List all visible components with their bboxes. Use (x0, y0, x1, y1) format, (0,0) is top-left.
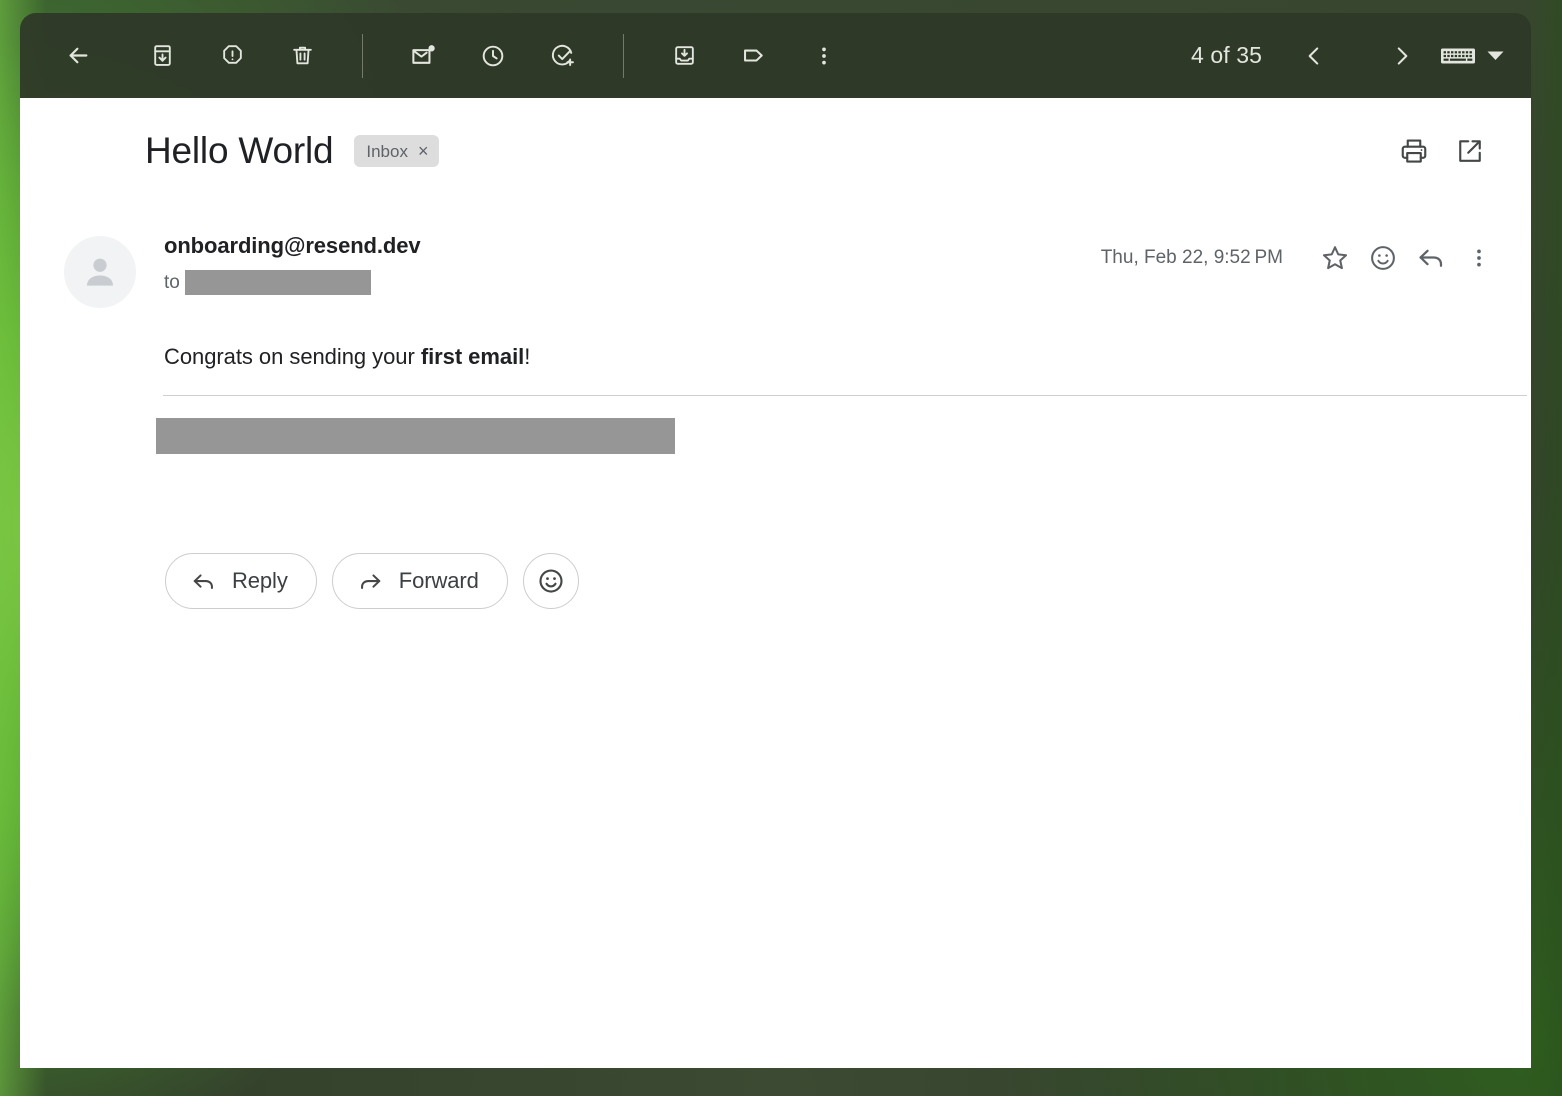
reply-arrow-icon (190, 568, 217, 595)
star-button[interactable] (1311, 234, 1359, 282)
reply-icon-button[interactable] (1407, 234, 1455, 282)
add-reaction-button[interactable] (1359, 234, 1407, 282)
page-title: Hello World (145, 130, 333, 172)
toolbar-divider-2 (623, 34, 624, 78)
move-to-inbox-icon (672, 43, 697, 68)
trash-icon (290, 43, 315, 68)
add-to-tasks-button[interactable] (539, 32, 587, 80)
remove-label-icon[interactable]: × (418, 142, 429, 160)
chevron-right-icon (1389, 43, 1415, 69)
subject-actions (1399, 136, 1485, 166)
emoji-smile-icon (536, 566, 566, 596)
inbox-chip-label: Inbox (366, 143, 408, 160)
message-date: Thu, Feb 22, 9:52 PM (1101, 247, 1283, 269)
message-toolbar: 4 of 35 (20, 13, 1531, 98)
recipient-line[interactable]: to (164, 270, 421, 295)
delete-button[interactable] (278, 32, 326, 80)
person-icon (78, 250, 122, 294)
toolbar-divider (362, 34, 363, 78)
archive-icon (150, 43, 175, 68)
emoji-react-button[interactable] (523, 553, 579, 609)
more-vertical-icon (812, 44, 836, 68)
avatar (64, 236, 136, 308)
report-spam-button[interactable] (208, 32, 256, 80)
star-icon (1320, 243, 1350, 273)
move-to-button[interactable] (660, 32, 708, 80)
body-suffix: ! (524, 344, 530, 369)
back-button[interactable] (54, 32, 102, 80)
reply-button[interactable]: Reply (165, 553, 317, 609)
arrow-left-icon (65, 42, 92, 69)
keyboard-icon (1440, 44, 1476, 68)
body-bold: first email (421, 344, 524, 369)
message-action-row: Reply Forward (165, 553, 579, 609)
to-label: to (164, 272, 180, 294)
task-add-icon (550, 43, 576, 69)
message-meta-actions: Thu, Feb 22, 9:52 PM (1101, 234, 1503, 282)
body-prefix: Congrats on sending your (164, 344, 421, 369)
message-more-button[interactable] (1455, 234, 1503, 282)
snooze-button[interactable] (469, 32, 517, 80)
labels-button[interactable] (730, 32, 778, 80)
inbox-label-chip: Inbox × (354, 135, 439, 167)
report-spam-icon (220, 43, 245, 68)
forward-button-label: Forward (399, 568, 479, 594)
sender-email[interactable]: onboarding@resend.dev (164, 233, 421, 259)
label-icon (741, 42, 768, 69)
subject-row: Hello World Inbox × (145, 130, 1485, 172)
reply-button-label: Reply (232, 568, 288, 594)
mark-email-unread-icon (410, 42, 437, 69)
forward-arrow-icon (357, 568, 384, 595)
message-body: Congrats on sending your first email! (164, 344, 530, 370)
keyboard-shortcuts-button[interactable] (1440, 44, 1505, 68)
open-in-new-window-button[interactable] (1455, 136, 1485, 166)
print-icon (1399, 136, 1429, 166)
chevron-down-icon (1486, 49, 1505, 62)
sender-block: onboarding@resend.dev to (164, 233, 421, 295)
print-button[interactable] (1399, 136, 1429, 166)
open-in-new-icon (1455, 136, 1485, 166)
pager-count: 4 of 35 (1191, 42, 1262, 69)
clock-icon (480, 43, 506, 69)
body-redaction-block (156, 418, 675, 454)
forward-button[interactable]: Forward (332, 553, 508, 609)
archive-button[interactable] (138, 32, 186, 80)
message-surface: Hello World Inbox × (20, 98, 1531, 1068)
recipient-redaction (185, 270, 371, 295)
newer-message-button[interactable] (1290, 32, 1338, 80)
older-message-button[interactable] (1378, 32, 1426, 80)
mark-unread-button[interactable] (399, 32, 447, 80)
more-vertical-icon (1467, 246, 1491, 270)
toolbar-more-button[interactable] (800, 32, 848, 80)
reply-arrow-icon (1415, 242, 1447, 274)
emoji-smile-icon (1368, 243, 1398, 273)
chevron-left-icon (1301, 43, 1327, 69)
body-divider (163, 395, 1527, 396)
